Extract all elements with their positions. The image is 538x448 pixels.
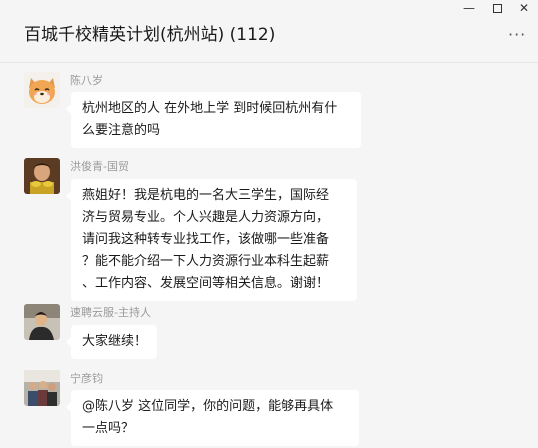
chat-title: 百城千校精英计划(杭州站) (112) [24, 25, 276, 45]
close-icon: ✕ [518, 1, 530, 15]
message-text: @陈八岁 这位同学，你的问题，能够再具体 [82, 399, 334, 414]
sender-name: 宁彦钧 [70, 372, 103, 385]
group-photo-avatar-icon[interactable] [24, 370, 60, 406]
message-bubble: 大家继续！ [66, 325, 157, 359]
message-text: 大家继续！ [82, 334, 148, 349]
photo-avatar-icon[interactable] [24, 158, 60, 194]
minimize-button[interactable]: — [455, 0, 483, 18]
message-text: 么要注意的吗 [82, 123, 161, 138]
message-text: 、工作内容、发展空间等相关信息。谢谢！ [82, 276, 330, 291]
message-bubble: 杭州地区的人 在外地上学 到时候回杭州有什 么要注意的吗 [66, 92, 361, 148]
sender-name: 陈八岁 [70, 74, 103, 87]
title-bar: 百城千校精英计划(杭州站) (112) — ✕ ··· [0, 0, 538, 63]
message-text: ？能不能介绍一下人力资源行业本科生起薪 [82, 254, 330, 269]
dog-avatar-icon[interactable] [24, 72, 60, 108]
maximize-button[interactable] [483, 0, 511, 18]
maximize-icon [492, 4, 502, 13]
message-text: 杭州地区的人 在外地上学 到时候回杭州有什 [82, 101, 338, 116]
message-text: 请问我这种转专业找工作，该做哪一些准备 [82, 232, 330, 247]
message-bubble: 燕姐好！我是杭电的一名大三学生，国际经 济与贸易专业。个人兴趣是人力资源方向， … [66, 179, 357, 301]
close-button[interactable]: ✕ [510, 0, 538, 18]
more-icon: ··· [508, 25, 527, 44]
message-text: 燕姐好！我是杭电的一名大三学生，国际经 [82, 188, 330, 203]
more-options-button[interactable]: ··· [508, 27, 530, 43]
sender-name: 速聘云服-主持人 [70, 306, 151, 319]
message-bubble: @陈八岁 这位同学，你的问题，能够再具体 一点吗？ [66, 390, 359, 446]
minimize-icon: — [463, 1, 475, 15]
message-text: 济与贸易专业。个人兴趣是人力资源方向， [82, 210, 330, 225]
message-text: 一点吗？ [82, 421, 135, 436]
person-avatar-icon[interactable] [24, 304, 60, 340]
sender-name: 洪俊青-国贸 [70, 160, 129, 173]
